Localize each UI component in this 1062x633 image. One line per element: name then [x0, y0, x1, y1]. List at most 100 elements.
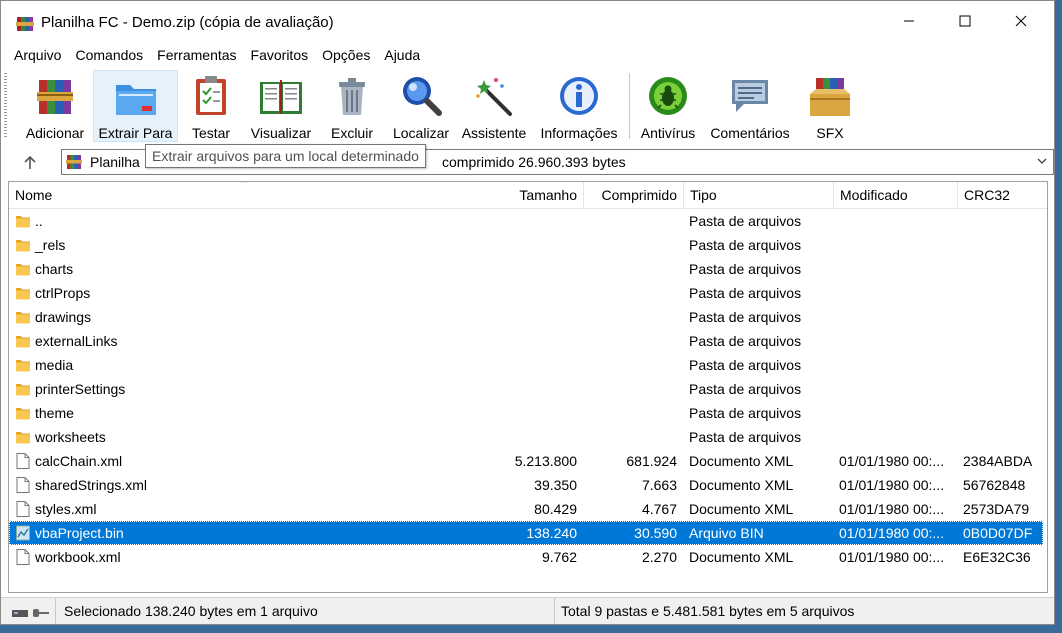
file-size: 80.429: [534, 501, 577, 517]
extract-label: Extrair Para: [98, 125, 173, 141]
table-row[interactable]: workbook.xml 9.762 2.270 Documento XML 01/01…: [9, 545, 1043, 569]
toolbar-grip[interactable]: [4, 73, 7, 139]
find-button[interactable]: Localizar: [387, 70, 455, 142]
file-list[interactable]: Nome ^ Tamanho Comprimido Tipo Modificad…: [8, 181, 1048, 593]
add-label: Adicionar: [25, 125, 85, 141]
table-row[interactable]: externalLinks Pasta de arquivos: [9, 329, 1043, 353]
app-window: Planilha FC - Demo.zip (cópia de avaliaç…: [0, 0, 1055, 625]
maximize-button[interactable]: [939, 1, 991, 41]
file-packed: 4.767: [641, 501, 677, 517]
file-modified: [833, 281, 957, 305]
column-name[interactable]: Nome: [9, 182, 483, 208]
table-row[interactable]: calcChain.xml 5.213.800 681.924 Documento X…: [9, 449, 1043, 473]
maximize-icon: [959, 15, 971, 27]
table-row[interactable]: theme Pasta de arquivos: [9, 401, 1043, 425]
file-size: [483, 401, 583, 425]
file-type: Pasta de arquivos: [689, 333, 802, 349]
file-name: _rels: [35, 237, 66, 253]
virus-button[interactable]: Antivírus: [635, 70, 701, 142]
window-title: Planilha FC - Demo.zip (cópia de avaliaç…: [41, 14, 334, 31]
file-size: [483, 305, 583, 329]
arrow-up-icon: [24, 155, 36, 169]
file-modified: [833, 209, 957, 233]
status-bar: Selecionado 138.240 bytes em 1 arquivo T…: [1, 597, 1054, 624]
info-button[interactable]: Informações: [536, 70, 622, 142]
file-type: Pasta de arquivos: [689, 309, 802, 325]
menu-ferramentas[interactable]: Ferramentas: [150, 43, 243, 67]
file-size: [483, 209, 583, 233]
archive-path-text-start: Planilha: [90, 154, 140, 170]
minimize-button[interactable]: [883, 1, 935, 41]
file-crc: [957, 401, 1043, 425]
file-modified: 01/01/1980 00:...: [839, 525, 945, 541]
comment-button[interactable]: Comentários: [705, 70, 795, 142]
title-bar[interactable]: Planilha FC - Demo.zip (cópia de avaliaç…: [1, 1, 1054, 41]
add-button[interactable]: Adicionar: [19, 70, 91, 142]
file-size: 39.350: [534, 477, 577, 493]
close-button[interactable]: [995, 1, 1047, 41]
menu-arquivo[interactable]: Arquivo: [7, 43, 68, 67]
column-crc[interactable]: CRC32: [957, 182, 1047, 208]
info-icon: [560, 77, 598, 115]
file-packed: [583, 425, 683, 449]
file-crc: E6E32C36: [963, 549, 1031, 565]
minimize-icon: [904, 20, 914, 22]
table-row[interactable]: printerSettings Pasta de arquivos: [9, 377, 1043, 401]
sfx-label: SFX: [816, 125, 844, 141]
virus-label: Antivírus: [640, 125, 696, 141]
up-level-button[interactable]: [15, 151, 45, 175]
file-crc: [957, 209, 1043, 233]
toolbar-separator: [629, 73, 630, 139]
file-modified: 01/01/1980 00:...: [839, 501, 945, 517]
wizard-button[interactable]: Assistente: [459, 70, 529, 142]
file-modified: [833, 329, 957, 353]
file-size: 9.762: [541, 549, 577, 565]
file-size: 138.240: [526, 525, 577, 541]
file-packed: 681.924: [626, 453, 677, 469]
table-row[interactable]: worksheets Pasta de arquivos: [9, 425, 1043, 449]
menu-opcoes[interactable]: Opções: [315, 43, 377, 67]
file-name: styles.xml: [35, 501, 97, 517]
file-name: calcChain.xml: [35, 453, 123, 469]
table-row[interactable]: .. Pasta de arquivos: [9, 209, 1043, 233]
column-modified[interactable]: Modificado: [833, 182, 957, 208]
file-packed: 30.590: [634, 525, 677, 541]
file-modified: [833, 305, 957, 329]
file-type: Documento XML: [689, 549, 794, 565]
book-open-icon: [260, 80, 302, 114]
test-button[interactable]: Testar: [183, 70, 239, 142]
file-packed: 7.663: [641, 477, 677, 493]
extract-tooltip: Extrair arquivos para um local determina…: [145, 144, 426, 168]
sort-up-icon: ^: [241, 181, 246, 189]
file-name: charts: [35, 261, 74, 277]
column-packed[interactable]: Comprimido: [583, 182, 683, 208]
test-label: Testar: [191, 125, 231, 141]
table-row[interactable]: media Pasta de arquivos: [9, 353, 1043, 377]
table-row[interactable]: ctrlProps Pasta de arquivos: [9, 281, 1043, 305]
file-modified: [833, 401, 957, 425]
file-type: Pasta de arquivos: [689, 261, 802, 277]
menu-comandos[interactable]: Comandos: [68, 43, 150, 67]
table-row[interactable]: sharedStrings.xml 39.350 7.663 Documento XM…: [9, 473, 1043, 497]
table-row[interactable]: styles.xml 80.429 4.767 Documento XML 01/01/…: [9, 497, 1043, 521]
file-size: 5.213.800: [514, 453, 577, 469]
chevron-down-icon[interactable]: [1036, 155, 1048, 167]
file-crc: [957, 305, 1043, 329]
table-row[interactable]: vbaProject.bin 138.240 30.590 Arquivo BIN 01…: [9, 521, 1043, 545]
file-type: Pasta de arquivos: [689, 285, 802, 301]
file-name: ctrlProps: [35, 285, 91, 301]
table-row[interactable]: _rels Pasta de arquivos: [9, 233, 1043, 257]
sfx-button[interactable]: SFX: [801, 70, 859, 142]
file-crc: 2384ABDA: [963, 453, 1033, 469]
archive-path-text-end: comprimido 26.960.393 bytes: [442, 154, 626, 170]
extract-button[interactable]: Extrair Para: [93, 70, 178, 142]
view-button[interactable]: Visualizar: [245, 70, 317, 142]
toolbar: Adicionar Extrair Para Testar Visualizar…: [1, 67, 1054, 145]
menu-favoritos[interactable]: Favoritos: [244, 43, 316, 67]
column-size[interactable]: Tamanho: [483, 182, 583, 208]
table-row[interactable]: charts Pasta de arquivos: [9, 257, 1043, 281]
column-type[interactable]: Tipo: [683, 182, 833, 208]
table-row[interactable]: drawings Pasta de arquivos: [9, 305, 1043, 329]
delete-button[interactable]: Excluir: [324, 70, 380, 142]
menu-ajuda[interactable]: Ajuda: [377, 43, 427, 67]
